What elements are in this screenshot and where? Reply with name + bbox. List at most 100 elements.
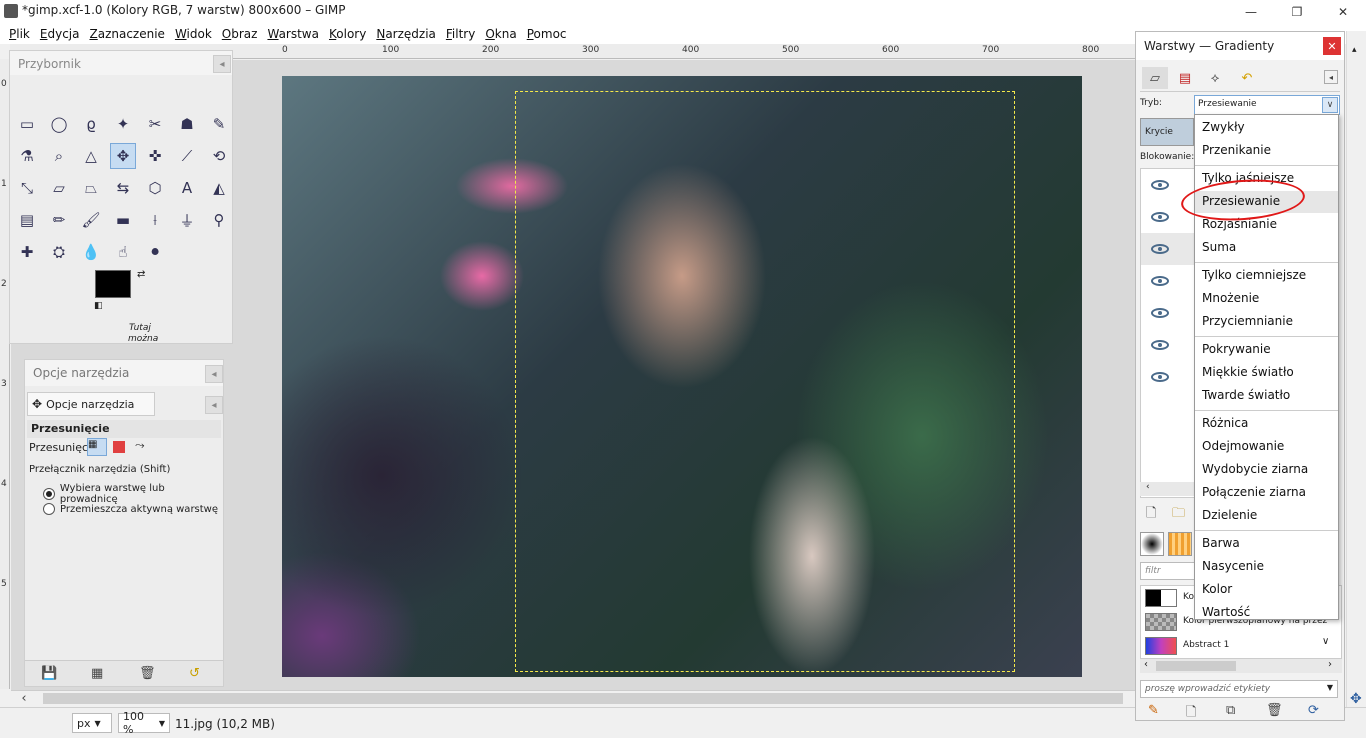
close-window-button[interactable]: ✕ xyxy=(1320,0,1366,23)
mode-option[interactable]: Odejmowanie xyxy=(1195,436,1338,458)
edit-gradient-icon[interactable]: ✎ xyxy=(1148,703,1159,718)
reset-options-icon[interactable]: ↺ xyxy=(189,666,200,681)
tab-layers-icon[interactable]: ▱ xyxy=(1142,67,1168,89)
paintbrush-icon[interactable]: 🖌 xyxy=(78,207,104,233)
opacity-slider[interactable]: Krycie xyxy=(1140,118,1194,146)
visibility-eye-icon[interactable] xyxy=(1151,308,1169,318)
mode-option[interactable]: Pokrywanie xyxy=(1195,339,1338,361)
zoom-select[interactable]: 100 % ▼ xyxy=(118,710,170,736)
pattern-preview[interactable] xyxy=(1168,532,1192,556)
new-layer-icon[interactable]: 🗋 xyxy=(1146,504,1156,526)
layer-group-icon[interactable]: 🗀 xyxy=(1172,504,1185,526)
gradient-filter-input[interactable]: filtr xyxy=(1140,562,1196,580)
restore-options-icon[interactable]: ▦ xyxy=(91,666,103,681)
visibility-eye-icon[interactable] xyxy=(1151,340,1169,350)
mode-option[interactable]: Wydobycie ziarna xyxy=(1195,459,1338,481)
menu-item[interactable]: Okna xyxy=(480,27,521,41)
scroll-left-icon[interactable]: ‹ xyxy=(17,691,31,706)
mode-option[interactable]: Przenikanie xyxy=(1195,140,1338,162)
delete-options-icon[interactable]: 🗑 xyxy=(139,666,156,681)
mode-option[interactable]: Kolor xyxy=(1195,579,1338,601)
unit-select[interactable]: px ▼ xyxy=(72,713,112,733)
gradient-scroll-down-icon[interactable]: ∨ xyxy=(1322,636,1329,647)
toolbox-menu-button[interactable]: ◂ xyxy=(213,55,231,73)
move-layer-mode-button[interactable]: ▦ xyxy=(87,438,107,456)
blend-icon[interactable]: ▤ xyxy=(14,207,40,233)
dodge-burn-icon[interactable]: ⚫ xyxy=(142,239,168,265)
layer-row[interactable] xyxy=(1141,265,1195,297)
scrollbar-thumb[interactable] xyxy=(1156,661,1236,671)
move-icon[interactable]: ✥ xyxy=(110,143,136,169)
right-vertical-scrollbar[interactable]: ▴ ✥ xyxy=(1346,31,1366,707)
scale-icon[interactable]: ⤡ xyxy=(14,175,40,201)
visibility-eye-icon[interactable] xyxy=(1151,372,1169,382)
scrollbar-thumb[interactable] xyxy=(43,693,1123,704)
tab-paths-icon[interactable]: ⟡ xyxy=(1202,67,1228,89)
mode-option[interactable]: Tylko ciemniejsze xyxy=(1195,265,1338,287)
foreground-select-icon[interactable]: ☗ xyxy=(174,111,200,137)
gradient-hscrollbar[interactable]: ‹ › xyxy=(1140,659,1342,673)
text-icon[interactable]: A xyxy=(174,175,200,201)
duplicate-gradient-icon[interactable]: ⧉ xyxy=(1226,703,1235,718)
perspective-clone-icon[interactable]: ⛭ xyxy=(46,239,72,265)
paths-icon[interactable]: ✎ xyxy=(206,111,232,137)
menu-item[interactable]: Zaznaczenie xyxy=(84,27,169,41)
menu-item[interactable]: Warstwa xyxy=(262,27,324,41)
smudge-icon[interactable]: ☝ xyxy=(110,239,136,265)
measure-icon[interactable]: △ xyxy=(78,143,104,169)
menu-item[interactable]: Widok xyxy=(170,27,217,41)
color-picker-icon[interactable]: ⚗ xyxy=(14,143,40,169)
rotate-icon[interactable]: ⟲ xyxy=(206,143,232,169)
radio-pick-layer[interactable]: Wybiera warstwę lub prowadnicę xyxy=(43,483,223,505)
visibility-eye-icon[interactable] xyxy=(1151,244,1169,254)
rect-select-icon[interactable]: ▭ xyxy=(14,111,40,137)
maximize-button[interactable]: ❐ xyxy=(1274,0,1320,23)
eraser-icon[interactable]: ▬ xyxy=(110,207,136,233)
scroll-right-icon[interactable]: › xyxy=(1328,659,1332,670)
visibility-eye-icon[interactable] xyxy=(1151,276,1169,286)
fuzzy-select-icon[interactable]: ✦ xyxy=(110,111,136,137)
menu-item[interactable]: Narzędzia xyxy=(371,27,441,41)
mode-option[interactable]: Przyciemnianie xyxy=(1195,311,1338,333)
heal-icon[interactable]: ✚ xyxy=(14,239,40,265)
zoom-icon[interactable]: ⌕ xyxy=(46,143,72,169)
mode-option[interactable]: Mnożenie xyxy=(1195,288,1338,310)
mode-option[interactable]: Twarde światło xyxy=(1195,385,1338,407)
tool-options-close-button[interactable]: ◂ xyxy=(205,365,223,383)
layer-row[interactable] xyxy=(1141,329,1195,361)
mode-option[interactable]: Różnica xyxy=(1195,413,1338,435)
layer-list-scrollbar[interactable]: ‹ xyxy=(1140,482,1196,496)
align-icon[interactable]: ✜ xyxy=(142,143,168,169)
pencil-icon[interactable]: ✏ xyxy=(46,207,72,233)
menu-item[interactable]: Kolory xyxy=(324,27,371,41)
mode-option[interactable]: Zwykły xyxy=(1195,117,1338,139)
mode-option[interactable]: Wartość xyxy=(1195,602,1338,624)
dock-close-button[interactable]: ✕ xyxy=(1323,37,1341,55)
refresh-gradients-icon[interactable]: ⟳ xyxy=(1308,703,1319,718)
menu-item[interactable]: Filtry xyxy=(441,27,480,41)
move-selection-mode-button[interactable] xyxy=(113,441,125,453)
layer-row[interactable] xyxy=(1141,233,1195,265)
flip-icon[interactable]: ⇆ xyxy=(110,175,136,201)
tab-channels-icon[interactable]: ▤ xyxy=(1172,67,1198,89)
mode-option[interactable]: Barwa xyxy=(1195,533,1338,555)
scissors-icon[interactable]: ✂ xyxy=(142,111,168,137)
blur-icon[interactable]: 💧 xyxy=(78,239,104,265)
minimize-button[interactable]: — xyxy=(1228,0,1274,23)
shear-icon[interactable]: ▱ xyxy=(46,175,72,201)
ink-icon[interactable]: ⏚ xyxy=(174,207,200,233)
scroll-up-icon[interactable]: ▴ xyxy=(1352,45,1357,55)
mode-option[interactable]: Miękkie światło xyxy=(1195,362,1338,384)
cage-icon[interactable]: ⬡ xyxy=(142,175,168,201)
move-path-mode-button[interactable]: ⤳ xyxy=(135,438,145,453)
menu-item[interactable]: Pomoc xyxy=(522,27,572,41)
menu-item[interactable]: Plik xyxy=(4,27,35,41)
airbrush-icon[interactable]: ⟊ xyxy=(142,207,168,233)
tag-input[interactable]: proszę wprowadzić etykiety ▼ xyxy=(1140,680,1338,698)
save-options-icon[interactable]: 💾 xyxy=(41,666,57,681)
brush-preview[interactable] xyxy=(1140,532,1164,556)
mode-option[interactable]: Nasycenie xyxy=(1195,556,1338,578)
bucket-fill-icon[interactable]: ◭ xyxy=(206,175,232,201)
clone-icon[interactable]: ⚲ xyxy=(206,207,232,233)
mode-option[interactable]: Suma xyxy=(1195,237,1338,259)
